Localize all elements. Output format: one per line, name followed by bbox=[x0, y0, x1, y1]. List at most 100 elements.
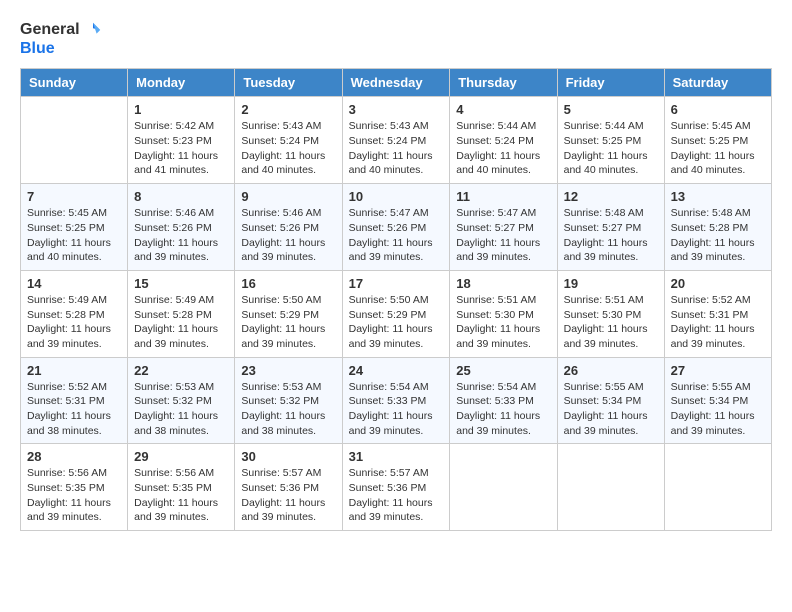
day-number: 4 bbox=[456, 102, 550, 117]
calendar-week-2: 7 Sunrise: 5:45 AMSunset: 5:25 PMDaylight… bbox=[21, 184, 772, 271]
day-number: 17 bbox=[349, 276, 444, 291]
day-number: 11 bbox=[456, 189, 550, 204]
calendar-cell: 28 Sunrise: 5:56 AMSunset: 5:35 PMDayligh… bbox=[21, 444, 128, 531]
day-info: Sunrise: 5:50 AMSunset: 5:29 PMDaylight:… bbox=[241, 293, 335, 352]
column-header-tuesday: Tuesday bbox=[235, 69, 342, 97]
day-number: 2 bbox=[241, 102, 335, 117]
day-number: 29 bbox=[134, 449, 228, 464]
calendar-cell: 14 Sunrise: 5:49 AMSunset: 5:28 PMDayligh… bbox=[21, 270, 128, 357]
day-number: 16 bbox=[241, 276, 335, 291]
calendar-cell bbox=[664, 444, 771, 531]
day-info: Sunrise: 5:44 AMSunset: 5:24 PMDaylight:… bbox=[456, 119, 550, 178]
day-number: 3 bbox=[349, 102, 444, 117]
day-number: 5 bbox=[564, 102, 658, 117]
calendar-cell: 18Sunrise: 5:51 AMSunset: 5:30 PMDayligh… bbox=[450, 270, 557, 357]
calendar-cell: 24 Sunrise: 5:54 AMSunset: 5:33 PMDayligh… bbox=[342, 357, 450, 444]
calendar-header-row: SundayMondayTuesdayWednesdayThursdayFrid… bbox=[21, 69, 772, 97]
day-number: 20 bbox=[671, 276, 765, 291]
day-info: Sunrise: 5:49 AMSunset: 5:28 PMDaylight:… bbox=[134, 293, 228, 352]
calendar-cell: 21Sunrise: 5:52 AMSunset: 5:31 PMDayligh… bbox=[21, 357, 128, 444]
calendar-cell: 3 Sunrise: 5:43 AMSunset: 5:24 PMDaylight… bbox=[342, 97, 450, 184]
calendar-cell: 6Sunrise: 5:45 AMSunset: 5:25 PMDaylight… bbox=[664, 97, 771, 184]
day-number: 8 bbox=[134, 189, 228, 204]
day-info: Sunrise: 5:47 AMSunset: 5:26 PMDaylight:… bbox=[349, 206, 444, 265]
column-header-thursday: Thursday bbox=[450, 69, 557, 97]
calendar: SundayMondayTuesdayWednesdayThursdayFrid… bbox=[20, 68, 772, 531]
day-info: Sunrise: 5:46 AMSunset: 5:26 PMDaylight:… bbox=[134, 206, 228, 265]
day-number: 13 bbox=[671, 189, 765, 204]
column-header-friday: Friday bbox=[557, 69, 664, 97]
column-header-sunday: Sunday bbox=[21, 69, 128, 97]
calendar-cell: 25 Sunrise: 5:54 AMSunset: 5:33 PMDayligh… bbox=[450, 357, 557, 444]
calendar-cell: 27 Sunrise: 5:55 AMSunset: 5:34 PMDayligh… bbox=[664, 357, 771, 444]
day-info: Sunrise: 5:52 AMSunset: 5:31 PMDaylight:… bbox=[27, 380, 121, 439]
day-number: 12 bbox=[564, 189, 658, 204]
day-number: 14 bbox=[27, 276, 121, 291]
day-number: 7 bbox=[27, 189, 121, 204]
day-info: Sunrise: 5:51 AMSunset: 5:30 PMDaylight:… bbox=[456, 293, 550, 352]
calendar-cell: 12Sunrise: 5:48 AMSunset: 5:27 PMDayligh… bbox=[557, 184, 664, 271]
calendar-cell: 13 Sunrise: 5:48 AMSunset: 5:28 PMDayligh… bbox=[664, 184, 771, 271]
column-header-wednesday: Wednesday bbox=[342, 69, 450, 97]
calendar-cell: 31Sunrise: 5:57 AMSunset: 5:36 PMDayligh… bbox=[342, 444, 450, 531]
calendar-cell: 16 Sunrise: 5:50 AMSunset: 5:29 PMDayligh… bbox=[235, 270, 342, 357]
calendar-cell: 4 Sunrise: 5:44 AMSunset: 5:24 PMDaylight… bbox=[450, 97, 557, 184]
day-info: Sunrise: 5:43 AMSunset: 5:24 PMDaylight:… bbox=[349, 119, 444, 178]
calendar-cell: 30Sunrise: 5:57 AMSunset: 5:36 PMDayligh… bbox=[235, 444, 342, 531]
calendar-week-5: 28 Sunrise: 5:56 AMSunset: 5:35 PMDayligh… bbox=[21, 444, 772, 531]
calendar-cell: 8 Sunrise: 5:46 AMSunset: 5:26 PMDaylight… bbox=[128, 184, 235, 271]
calendar-cell: 22 Sunrise: 5:53 AMSunset: 5:32 PMDayligh… bbox=[128, 357, 235, 444]
day-info: Sunrise: 5:46 AMSunset: 5:26 PMDaylight:… bbox=[241, 206, 335, 265]
day-number: 6 bbox=[671, 102, 765, 117]
calendar-cell: 5Sunrise: 5:44 AMSunset: 5:25 PMDaylight… bbox=[557, 97, 664, 184]
column-header-monday: Monday bbox=[128, 69, 235, 97]
calendar-cell bbox=[557, 444, 664, 531]
logo-text: General Blue bbox=[20, 20, 102, 58]
day-info: Sunrise: 5:48 AMSunset: 5:28 PMDaylight:… bbox=[671, 206, 765, 265]
calendar-cell: 29 Sunrise: 5:56 AMSunset: 5:35 PMDayligh… bbox=[128, 444, 235, 531]
day-info: Sunrise: 5:57 AMSunset: 5:36 PMDaylight:… bbox=[241, 466, 335, 525]
calendar-cell: 26Sunrise: 5:55 AMSunset: 5:34 PMDayligh… bbox=[557, 357, 664, 444]
calendar-cell: 11 Sunrise: 5:47 AMSunset: 5:27 PMDayligh… bbox=[450, 184, 557, 271]
day-number: 19 bbox=[564, 276, 658, 291]
calendar-cell: 9 Sunrise: 5:46 AMSunset: 5:26 PMDaylight… bbox=[235, 184, 342, 271]
day-info: Sunrise: 5:47 AMSunset: 5:27 PMDaylight:… bbox=[456, 206, 550, 265]
logo: General Blue bbox=[20, 20, 102, 58]
calendar-week-4: 21Sunrise: 5:52 AMSunset: 5:31 PMDayligh… bbox=[21, 357, 772, 444]
day-info: Sunrise: 5:56 AMSunset: 5:35 PMDaylight:… bbox=[134, 466, 228, 525]
day-number: 15 bbox=[134, 276, 228, 291]
day-number: 27 bbox=[671, 363, 765, 378]
day-number: 10 bbox=[349, 189, 444, 204]
day-number: 23 bbox=[241, 363, 335, 378]
day-number: 1 bbox=[134, 102, 228, 117]
day-info: Sunrise: 5:55 AMSunset: 5:34 PMDaylight:… bbox=[564, 380, 658, 439]
day-info: Sunrise: 5:53 AMSunset: 5:32 PMDaylight:… bbox=[134, 380, 228, 439]
day-info: Sunrise: 5:49 AMSunset: 5:28 PMDaylight:… bbox=[27, 293, 121, 352]
day-info: Sunrise: 5:43 AMSunset: 5:24 PMDaylight:… bbox=[241, 119, 335, 178]
calendar-cell bbox=[450, 444, 557, 531]
day-info: Sunrise: 5:42 AMSunset: 5:23 PMDaylight:… bbox=[134, 119, 228, 178]
day-info: Sunrise: 5:50 AMSunset: 5:29 PMDaylight:… bbox=[349, 293, 444, 352]
calendar-cell: 23 Sunrise: 5:53 AMSunset: 5:32 PMDayligh… bbox=[235, 357, 342, 444]
day-number: 28 bbox=[27, 449, 121, 464]
calendar-cell: 1 Sunrise: 5:42 AMSunset: 5:23 PMDaylight… bbox=[128, 97, 235, 184]
logo-wing-icon bbox=[84, 21, 102, 39]
calendar-cell: 19 Sunrise: 5:51 AMSunset: 5:30 PMDayligh… bbox=[557, 270, 664, 357]
day-info: Sunrise: 5:51 AMSunset: 5:30 PMDaylight:… bbox=[564, 293, 658, 352]
day-info: Sunrise: 5:56 AMSunset: 5:35 PMDaylight:… bbox=[27, 466, 121, 525]
calendar-cell: 7 Sunrise: 5:45 AMSunset: 5:25 PMDaylight… bbox=[21, 184, 128, 271]
day-number: 22 bbox=[134, 363, 228, 378]
day-info: Sunrise: 5:45 AMSunset: 5:25 PMDaylight:… bbox=[27, 206, 121, 265]
day-number: 25 bbox=[456, 363, 550, 378]
calendar-week-1: 1 Sunrise: 5:42 AMSunset: 5:23 PMDaylight… bbox=[21, 97, 772, 184]
calendar-cell: 2 Sunrise: 5:43 AMSunset: 5:24 PMDaylight… bbox=[235, 97, 342, 184]
day-info: Sunrise: 5:55 AMSunset: 5:34 PMDaylight:… bbox=[671, 380, 765, 439]
day-number: 24 bbox=[349, 363, 444, 378]
day-number: 9 bbox=[241, 189, 335, 204]
day-info: Sunrise: 5:54 AMSunset: 5:33 PMDaylight:… bbox=[456, 380, 550, 439]
column-header-saturday: Saturday bbox=[664, 69, 771, 97]
day-info: Sunrise: 5:54 AMSunset: 5:33 PMDaylight:… bbox=[349, 380, 444, 439]
calendar-cell: 17 Sunrise: 5:50 AMSunset: 5:29 PMDayligh… bbox=[342, 270, 450, 357]
calendar-cell: 20Sunrise: 5:52 AMSunset: 5:31 PMDayligh… bbox=[664, 270, 771, 357]
day-info: Sunrise: 5:53 AMSunset: 5:32 PMDaylight:… bbox=[241, 380, 335, 439]
